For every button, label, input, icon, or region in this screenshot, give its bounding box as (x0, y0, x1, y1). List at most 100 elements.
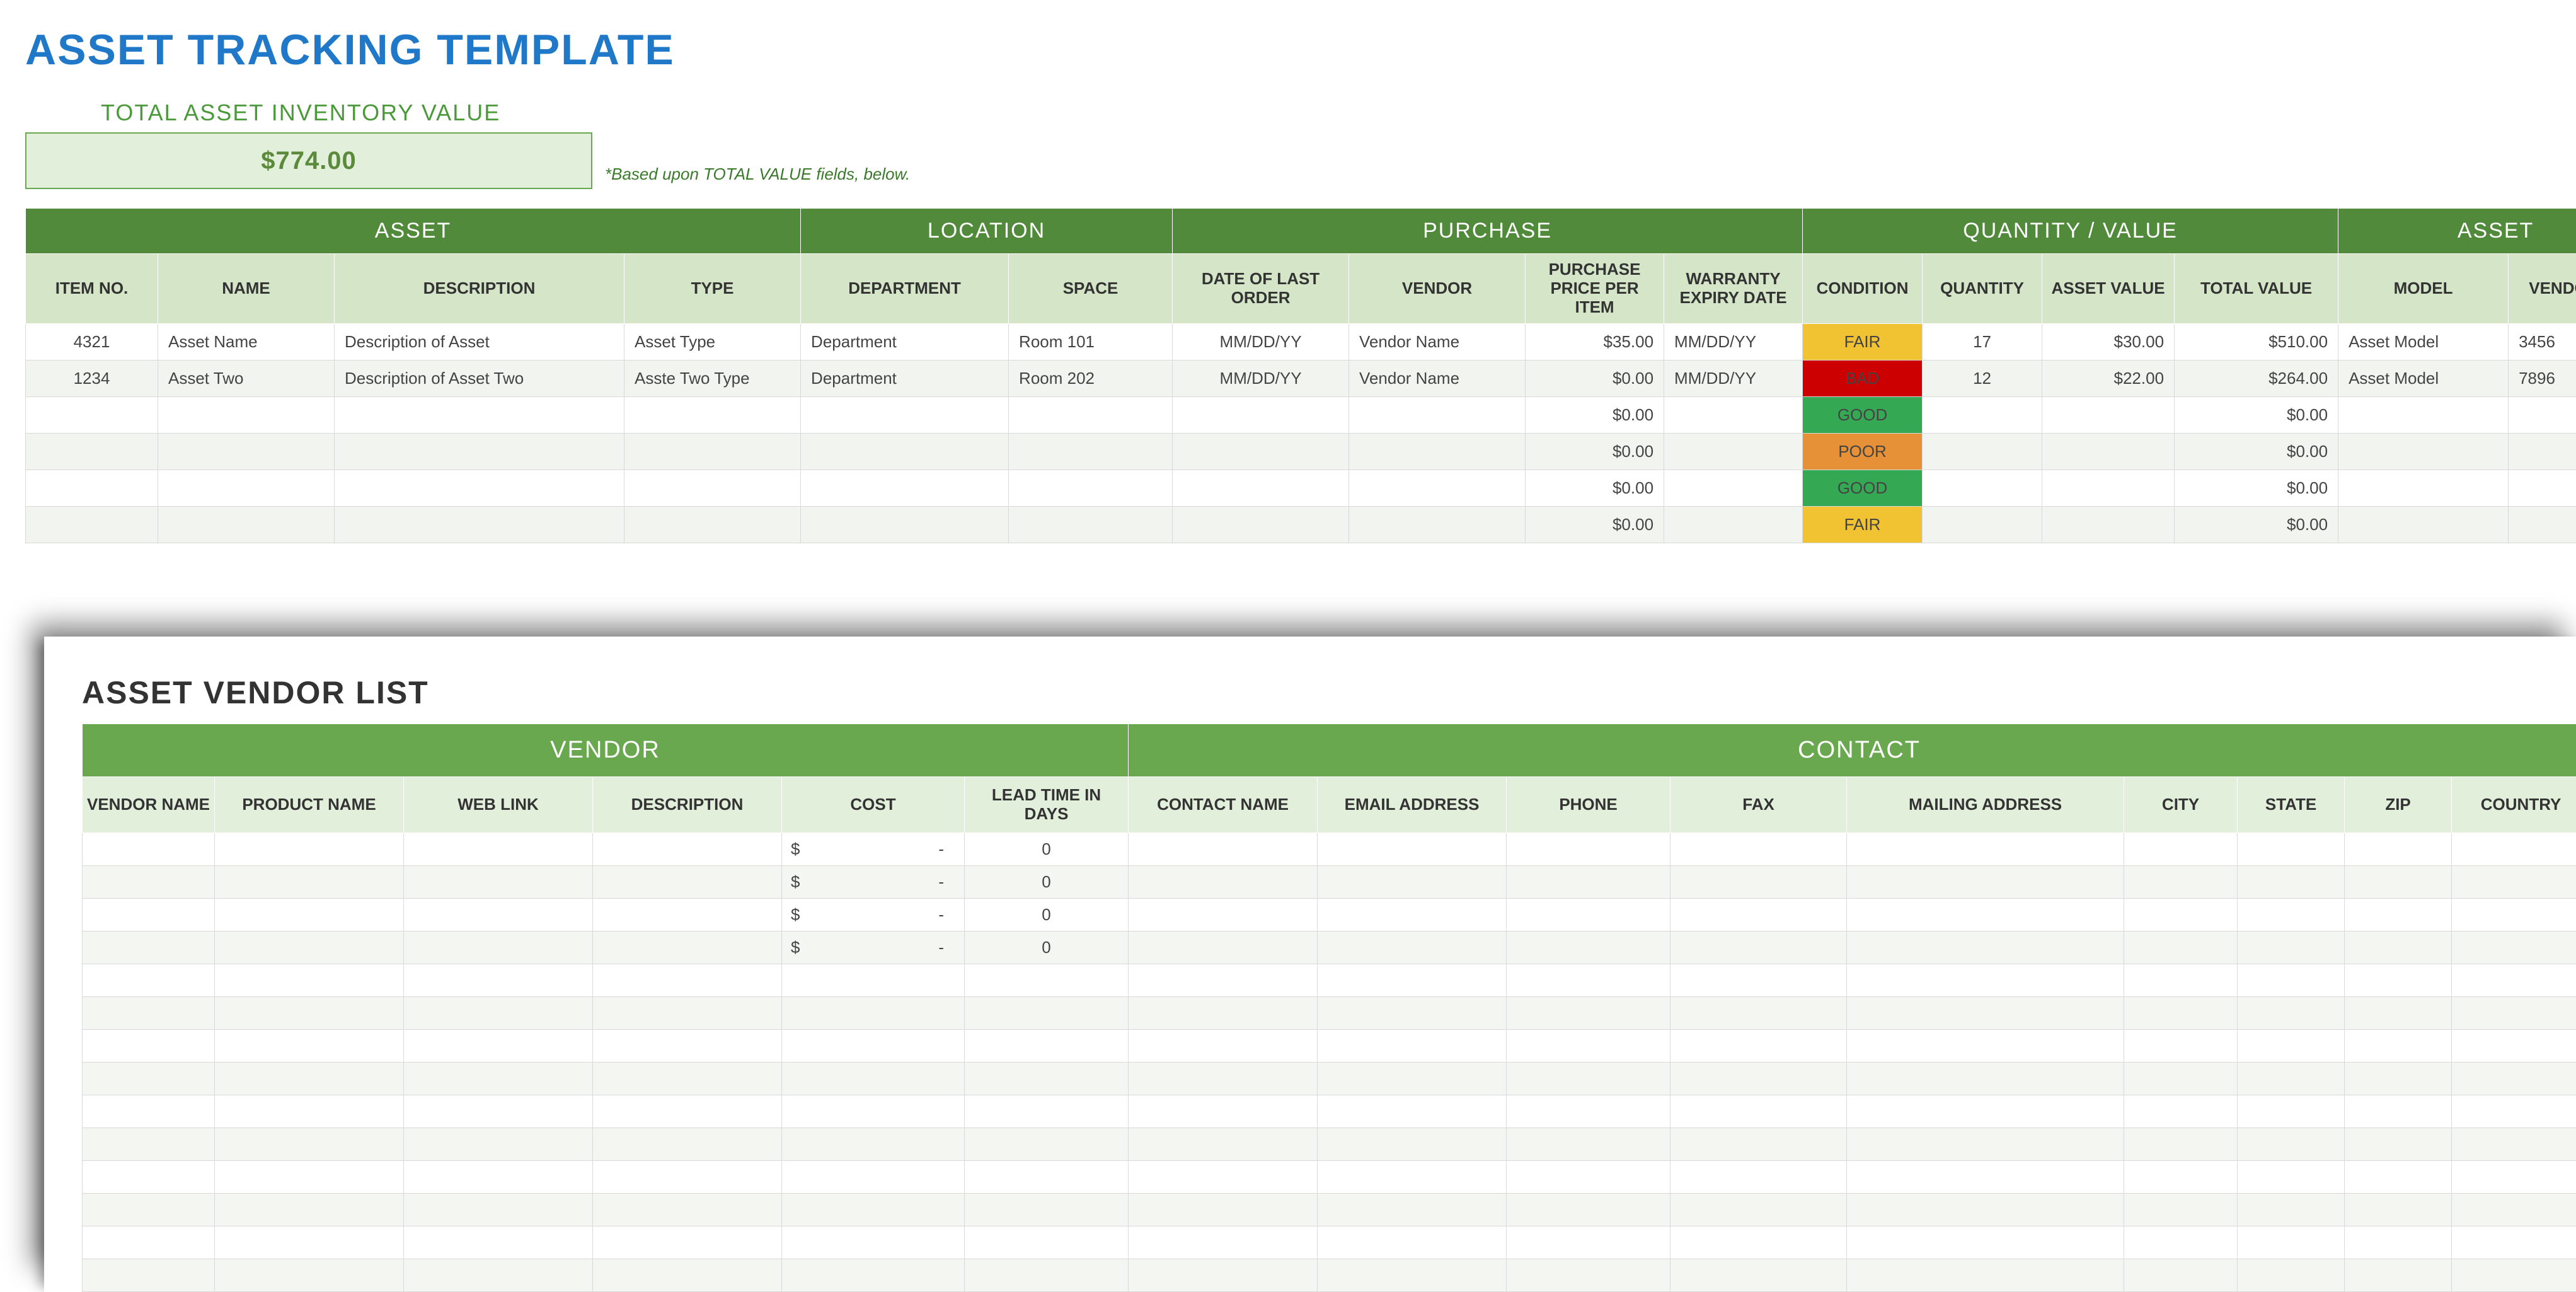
vendor-cell-5[interactable]: 0 (965, 833, 1129, 865)
cell-date[interactable]: MM/DD/YY (1173, 323, 1349, 360)
vendor-cell-13[interactable] (2345, 1226, 2452, 1259)
vendor-cell-4[interactable]: $- (782, 833, 965, 865)
vendor-cell-2[interactable] (404, 996, 593, 1029)
vendor-cell-3[interactable] (593, 1160, 782, 1193)
cell-name[interactable] (158, 396, 335, 433)
cell-date[interactable] (1173, 433, 1349, 470)
vendor-cell-2[interactable] (404, 1259, 593, 1291)
cell-date[interactable] (1173, 506, 1349, 543)
vendor-cell-0[interactable] (83, 898, 215, 931)
cell-type[interactable] (624, 433, 801, 470)
vendor-cell-8[interactable] (1507, 1259, 1670, 1291)
vendor-list-table[interactable]: VENDOR CONTACT VENDOR NAMEPRODUCT NAMEWE… (82, 724, 2576, 1292)
vendor-cell-3[interactable] (593, 931, 782, 964)
cell-item[interactable] (26, 506, 158, 543)
vendor-cell-2[interactable] (404, 931, 593, 964)
cell-cond[interactable]: POOR (1803, 433, 1923, 470)
vendor-cell-4[interactable] (782, 1095, 965, 1128)
vendor-cell-10[interactable] (1847, 1029, 2124, 1062)
cell-date[interactable]: MM/DD/YY (1173, 360, 1349, 396)
vendor-cell-12[interactable] (2238, 1226, 2345, 1259)
vendor-cell-3[interactable] (593, 1226, 782, 1259)
cell-desc[interactable]: Description of Asset Two (335, 360, 624, 396)
vendor-cell-7[interactable] (1318, 1095, 1507, 1128)
cell-vendor[interactable] (1349, 470, 1526, 506)
vendor-cell-6[interactable] (1129, 1226, 1318, 1259)
vendor-cell-11[interactable] (2124, 1128, 2238, 1160)
vendor-cell-9[interactable] (1670, 1029, 1847, 1062)
cell-aval[interactable] (2042, 506, 2175, 543)
vendor-cell-13[interactable] (2345, 865, 2452, 898)
vendor-cell-5[interactable] (965, 1259, 1129, 1291)
cell-cond[interactable]: BAD (1803, 360, 1923, 396)
cell-dept[interactable] (801, 396, 1009, 433)
vendor-cell-7[interactable] (1318, 1062, 1507, 1095)
vendor-cell-8[interactable] (1507, 1128, 1670, 1160)
vendor-cell-5[interactable] (965, 1095, 1129, 1128)
vendor-cell-6[interactable] (1129, 1160, 1318, 1193)
cell-type[interactable] (624, 506, 801, 543)
vendor-cell-6[interactable] (1129, 964, 1318, 996)
vendor-cell-13[interactable] (2345, 1160, 2452, 1193)
vendor-cell-14[interactable] (2452, 865, 2576, 898)
vendor-cell-3[interactable] (593, 1259, 782, 1291)
cell-item[interactable]: 1234 (26, 360, 158, 396)
vendor-cell-11[interactable] (2124, 964, 2238, 996)
table-row[interactable] (83, 1259, 2576, 1291)
table-row[interactable] (83, 1062, 2576, 1095)
vendor-cell-7[interactable] (1318, 833, 1507, 865)
vendor-cell-5[interactable] (965, 1029, 1129, 1062)
vendor-cell-1[interactable] (215, 964, 404, 996)
vendor-cell-7[interactable] (1318, 1259, 1507, 1291)
table-row[interactable] (83, 1160, 2576, 1193)
cell-aval[interactable] (2042, 470, 2175, 506)
vendor-cell-2[interactable] (404, 1128, 593, 1160)
vendor-cell-2[interactable] (404, 865, 593, 898)
vendor-cell-13[interactable] (2345, 1062, 2452, 1095)
cell-type[interactable] (624, 470, 801, 506)
vendor-cell-4[interactable] (782, 1259, 965, 1291)
cell-tval[interactable]: $0.00 (2175, 506, 2338, 543)
vendor-cell-4[interactable]: $- (782, 898, 965, 931)
vendor-cell-12[interactable] (2238, 1062, 2345, 1095)
vendor-cell-13[interactable] (2345, 1128, 2452, 1160)
cell-space[interactable] (1009, 433, 1173, 470)
vendor-cell-4[interactable] (782, 1029, 965, 1062)
cell-model[interactable] (2338, 506, 2509, 543)
cell-model[interactable] (2338, 433, 2509, 470)
cell-item[interactable] (26, 470, 158, 506)
cell-desc[interactable] (335, 433, 624, 470)
vendor-cell-10[interactable] (1847, 1062, 2124, 1095)
vendor-cell-11[interactable] (2124, 865, 2238, 898)
vendor-cell-0[interactable] (83, 1095, 215, 1128)
vendor-cell-6[interactable] (1129, 1062, 1318, 1095)
vendor-cell-11[interactable] (2124, 1062, 2238, 1095)
vendor-cell-12[interactable] (2238, 1095, 2345, 1128)
vendor-cell-0[interactable] (83, 833, 215, 865)
vendor-cell-10[interactable] (1847, 964, 2124, 996)
cell-desc[interactable] (335, 396, 624, 433)
vendor-cell-12[interactable] (2238, 1193, 2345, 1226)
vendor-cell-12[interactable] (2238, 931, 2345, 964)
vendor-cell-14[interactable] (2452, 833, 2576, 865)
vendor-cell-6[interactable] (1129, 1259, 1318, 1291)
cell-price[interactable]: $0.00 (1526, 506, 1664, 543)
cell-vno[interactable] (2509, 433, 2576, 470)
vendor-cell-4[interactable]: $- (782, 865, 965, 898)
vendor-cell-13[interactable] (2345, 931, 2452, 964)
vendor-cell-0[interactable] (83, 865, 215, 898)
cell-desc[interactable] (335, 470, 624, 506)
vendor-cell-0[interactable] (83, 1062, 215, 1095)
vendor-cell-1[interactable] (215, 865, 404, 898)
cell-qty[interactable] (1923, 470, 2042, 506)
table-row[interactable]: $-0 (83, 931, 2576, 964)
vendor-cell-3[interactable] (593, 1128, 782, 1160)
vendor-cell-13[interactable] (2345, 964, 2452, 996)
vendor-cell-11[interactable] (2124, 1226, 2238, 1259)
vendor-cell-9[interactable] (1670, 1095, 1847, 1128)
cell-name[interactable]: Asset Two (158, 360, 335, 396)
vendor-cell-13[interactable] (2345, 1095, 2452, 1128)
cell-tval[interactable]: $0.00 (2175, 396, 2338, 433)
vendor-cell-2[interactable] (404, 833, 593, 865)
vendor-cell-5[interactable] (965, 1193, 1129, 1226)
